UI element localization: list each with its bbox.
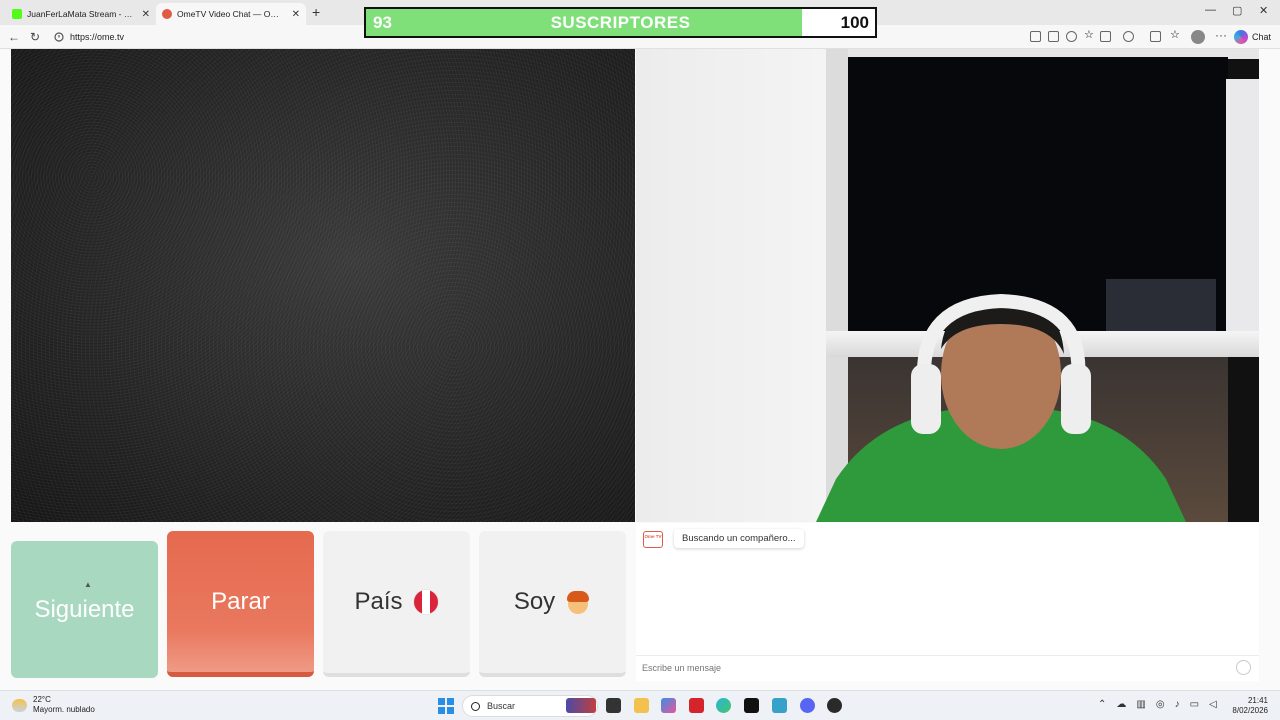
chevron-up-icon[interactable]: ⌃	[1098, 699, 1106, 710]
security-icon[interactable]: ◎	[1156, 699, 1165, 710]
weather-widget[interactable]: 22°C Mayorm. nublado	[12, 695, 95, 715]
minimize-icon[interactable]: —	[1205, 4, 1216, 16]
translate-icon[interactable]	[1048, 31, 1059, 42]
search-icon	[471, 701, 480, 711]
system-tray: ⌃ ☁ ▥ ◎ ♪ ▭ ◁	[1098, 699, 1217, 710]
subscriber-label: SUSCRIPTORES	[550, 13, 691, 32]
chat-status-message: Buscando un compañero...	[674, 529, 804, 548]
local-webcam-feed	[636, 49, 1259, 522]
next-button[interactable]: Siguiente	[11, 541, 158, 678]
close-tab-icon[interactable]: ✕	[142, 9, 150, 20]
emoji-picker-icon[interactable]	[1236, 660, 1251, 675]
search-label: Buscar	[487, 701, 516, 711]
boy-emoji-icon	[565, 589, 591, 615]
tab-title: OmeTV Video Chat — Omegle	[177, 9, 286, 19]
close-tab-icon[interactable]: ✕	[292, 9, 300, 20]
favorite-star-icon[interactable]: ☆	[1084, 28, 1095, 41]
edge-browser-icon[interactable]	[716, 698, 731, 713]
weather-desc: Mayorm. nublado	[33, 705, 95, 714]
message-input-bar	[636, 655, 1259, 679]
gender-button-label: Soy	[513, 588, 556, 615]
gender-button[interactable]: Soy	[479, 531, 626, 677]
clock-date: 8/02/2026	[1232, 706, 1268, 715]
file-explorer-icon[interactable]	[634, 698, 649, 713]
reader-icon[interactable]	[1066, 31, 1077, 42]
search-highlight-icon[interactable]	[566, 698, 596, 713]
volume-icon[interactable]: ◁	[1209, 699, 1217, 710]
microphone-icon[interactable]: ♪	[1175, 699, 1180, 710]
cloud-icon[interactable]: ☁	[1116, 699, 1126, 710]
wps-office-icon[interactable]	[689, 698, 704, 713]
building	[1226, 79, 1259, 349]
profile-avatar[interactable]	[1191, 30, 1205, 44]
windows-start-icon[interactable]	[438, 698, 454, 714]
copilot-app-icon[interactable]	[661, 698, 676, 713]
tab-juanferlamata[interactable]: JuanFerLaMata Stream - Watch Li ✕	[6, 3, 156, 25]
status-text: Buscando un compañero...	[682, 533, 796, 544]
browser-essentials-icon[interactable]	[1150, 31, 1161, 42]
kick-favicon-icon	[12, 9, 22, 19]
subscriber-current-count: 93	[373, 13, 392, 32]
copilot-chat-button[interactable]: Chat	[1234, 28, 1271, 46]
mouse-cursor-icon: ▲	[84, 580, 92, 589]
ometv-page: Siguiente Parar País Soy ▲ Ome TV Buscan…	[0, 49, 1280, 690]
peru-flag-icon	[412, 589, 439, 615]
capcut-icon[interactable]	[744, 698, 759, 713]
country-button-label: País	[354, 588, 403, 615]
stop-button-label: Parar	[211, 587, 270, 615]
message-input[interactable]	[642, 660, 1222, 676]
discord-icon[interactable]	[800, 698, 815, 713]
media-icon[interactable]	[1100, 31, 1111, 42]
url-text: https://ome.tv	[70, 32, 125, 42]
subscriber-goal-overlay: SUSCRIPTORES 93 100	[364, 7, 877, 38]
back-icon[interactable]: ←	[8, 30, 20, 44]
remote-video-feed	[11, 49, 635, 522]
taskbar-clock[interactable]: 21:41 8/02/2026	[1232, 696, 1268, 716]
ometv-favicon-icon	[162, 9, 172, 19]
video-static-noise	[11, 49, 635, 522]
reload-icon[interactable]: ↻	[30, 30, 40, 44]
extensions-icon[interactable]	[1123, 31, 1134, 42]
windows-taskbar: 22°C Mayorm. nublado Buscar ⌃ ☁ ▥ ◎ ♪ ▭ …	[0, 690, 1280, 720]
clock-time: 21:41	[1247, 696, 1268, 705]
new-tab-icon[interactable]: +	[312, 4, 320, 20]
more-options-icon[interactable]: ···	[1215, 28, 1227, 42]
weather-temp: 22°C	[33, 695, 51, 704]
site-info-icon[interactable]	[54, 32, 64, 42]
interior-wall	[636, 49, 826, 522]
subscriber-goal-count: 100	[840, 13, 869, 32]
obs-icon[interactable]	[827, 698, 842, 713]
stop-button[interactable]: Parar	[167, 531, 314, 677]
favorites-icon[interactable]: ☆	[1170, 28, 1181, 41]
display-icon[interactable]: ▭	[1190, 699, 1199, 710]
close-window-icon[interactable]: ✕	[1259, 4, 1268, 17]
maximize-icon[interactable]: ▢	[1232, 4, 1242, 17]
tab-ometv[interactable]: OmeTV Video Chat — Omegle ✕	[156, 3, 306, 25]
notepad-icon[interactable]	[772, 698, 787, 713]
task-view-icon[interactable]	[606, 698, 621, 713]
apps-icon[interactable]	[1030, 31, 1041, 42]
country-button[interactable]: País	[323, 531, 470, 677]
tab-title: JuanFerLaMata Stream - Watch Li	[27, 9, 136, 19]
network-icon[interactable]: ▥	[1136, 699, 1145, 710]
partly-cloudy-icon	[12, 698, 27, 712]
streamer-silhouette	[816, 293, 1186, 522]
ometv-logo-icon: Ome TV	[643, 531, 663, 548]
next-button-label: Siguiente	[34, 595, 135, 623]
copilot-icon	[1234, 30, 1248, 44]
chat-button-label: Chat	[1252, 32, 1272, 42]
